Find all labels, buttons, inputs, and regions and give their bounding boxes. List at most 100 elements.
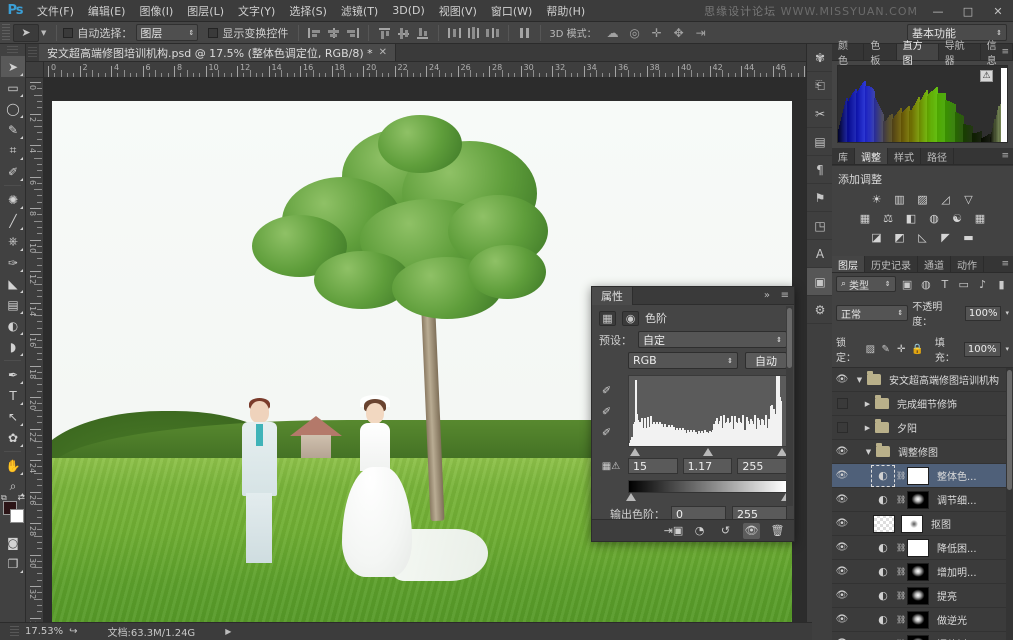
- preset-dropdown[interactable]: 自定 ⇕: [638, 331, 787, 348]
- color-balance-icon[interactable]: ⚖: [880, 211, 896, 225]
- input-highlight-field[interactable]: 255: [737, 458, 788, 474]
- properties-panel-icon[interactable]: ▣: [807, 268, 833, 296]
- paragraph-styles-icon[interactable]: ¶: [807, 156, 833, 184]
- menu-type[interactable]: 文字(Y): [231, 1, 282, 21]
- align-vertical-centers-icon[interactable]: [395, 25, 412, 41]
- 3d-roll-icon[interactable]: ◎: [626, 25, 644, 41]
- layer-visibility-toggle[interactable]: 👁: [835, 494, 849, 505]
- view-previous-state-button[interactable]: ◔: [691, 523, 708, 539]
- shape-tool[interactable]: ✿: [1, 427, 25, 448]
- quick-selection-tool[interactable]: ✎: [1, 119, 25, 140]
- fill-chevron-down-icon[interactable]: ▾: [1006, 345, 1010, 353]
- layer-row[interactable]: 👁 ◐ ⛓ 整体色...: [832, 464, 1013, 488]
- layer-group-twisty[interactable]: ▼: [855, 376, 864, 384]
- tab-actions[interactable]: 动作: [951, 256, 984, 272]
- layer-name[interactable]: 整体色...: [937, 468, 977, 483]
- layer-visibility-toggle[interactable]: 👁: [835, 518, 849, 529]
- color-swatches[interactable]: ⧉ ⇄: [1, 493, 25, 526]
- align-right-edges-icon[interactable]: [344, 25, 361, 41]
- tab-adjustments[interactable]: 调整: [855, 148, 888, 164]
- layer-list-scrollbar[interactable]: [1006, 368, 1013, 640]
- layer-row[interactable]: 👁 ▼ 安文超高端修图培训机构: [832, 368, 1013, 392]
- distribute-right-edges-icon[interactable]: [484, 25, 501, 41]
- rgb-histogram[interactable]: ⚠: [837, 65, 1008, 143]
- adjustment-layer-thumbnail[interactable]: ◐: [873, 563, 893, 581]
- auto-select-scope-dropdown[interactable]: 图层 ⇕: [136, 24, 199, 41]
- layer-mask-thumbnail[interactable]: [907, 610, 929, 629]
- invert-icon[interactable]: ◪: [869, 230, 885, 244]
- panel-menu-icon[interactable]: ≡: [1001, 259, 1009, 269]
- posterize-icon[interactable]: ◩: [892, 230, 908, 244]
- 3d-pan-icon[interactable]: ✛: [648, 25, 666, 41]
- crop-tool[interactable]: ⌗: [1, 140, 25, 161]
- type-filter-icon[interactable]: T: [937, 277, 952, 292]
- curves-icon[interactable]: ▨: [915, 192, 931, 206]
- layer-row[interactable]: ▶ 夕阳: [832, 416, 1013, 440]
- layer-row[interactable]: 👁 抠图: [832, 512, 1013, 536]
- layer-visibility-toggle[interactable]: [837, 398, 848, 409]
- menu-filter[interactable]: 滤镜(T): [334, 1, 385, 21]
- screen-mode-button[interactable]: ❐: [1, 553, 25, 574]
- tab-histogram[interactable]: 直方图: [896, 41, 939, 67]
- tab-color[interactable]: 颜色: [832, 41, 865, 67]
- auto-button[interactable]: 自动: [745, 352, 787, 369]
- menu-help[interactable]: 帮助(H): [539, 1, 592, 21]
- layer-mask-thumbnail[interactable]: [907, 466, 929, 485]
- delete-adjustment-button[interactable]: 🗑: [769, 523, 786, 539]
- layer-name[interactable]: 增加明...: [937, 564, 977, 579]
- properties-panel[interactable]: 属性 » ≡ ▦ ◉ 色阶 预设： 自定 ⇕ RGB ⇕ 自动 ✐ ✐ ✐ ▦⚠…: [591, 286, 795, 542]
- adjustment-layer-thumbnail[interactable]: ◐: [873, 539, 893, 557]
- output-black-handle[interactable]: [626, 493, 637, 501]
- layer-visibility-toggle[interactable]: 👁: [835, 590, 849, 601]
- character-styles-icon[interactable]: ▤: [807, 128, 833, 156]
- tab-navigator[interactable]: 导航器: [939, 41, 981, 67]
- collapse-icon[interactable]: »: [764, 290, 770, 301]
- clip-to-layer-icon[interactable]: ◉: [622, 310, 639, 326]
- reset-button[interactable]: ↺: [717, 523, 734, 539]
- layer-mask-thumbnail[interactable]: [907, 586, 929, 605]
- tool-presets-icon[interactable]: ✂: [807, 100, 833, 128]
- filter-type-dropdown[interactable]: ⌕ 类型 ⇕: [836, 276, 896, 292]
- pen-tool[interactable]: ✒: [1, 364, 25, 385]
- quick-mask-button[interactable]: ◙: [1, 532, 25, 553]
- align-left-edges-icon[interactable]: [306, 25, 323, 41]
- adjustment-layer-thumbnail[interactable]: ◐: [873, 587, 893, 605]
- layer-mask-thumbnail[interactable]: [901, 514, 923, 533]
- adjustment-layer-thumbnail[interactable]: ◐: [873, 635, 893, 640]
- tab-paths[interactable]: 路径: [921, 148, 954, 164]
- adjustments-panel-icon[interactable]: ⚙: [807, 296, 833, 324]
- brightness-contrast-icon[interactable]: ☀: [869, 192, 885, 206]
- mask-link-icon[interactable]: ⛓: [896, 567, 906, 576]
- levels-histogram[interactable]: [628, 375, 787, 447]
- horizontal-ruler[interactable]: 0 2 4 6 8 10 12 14 16 18 20 22 24 26 28 30 32 34 36 38 40 42 4…: [44, 62, 812, 78]
- eraser-tool[interactable]: ◣: [1, 273, 25, 294]
- eyedropper-tool[interactable]: ✐: [1, 161, 25, 182]
- layer-name[interactable]: 夕阳: [897, 420, 917, 435]
- layer-group-twisty[interactable]: ▶: [863, 424, 872, 432]
- layer-row[interactable]: 👁 ◐ ⛓ 降低困...: [832, 536, 1013, 560]
- toggle-layer-visibility-button[interactable]: 👁: [743, 522, 760, 539]
- input-shadow-field[interactable]: 15: [628, 458, 678, 474]
- brushes-icon[interactable]: ✾: [807, 44, 833, 72]
- midtone-input-handle[interactable]: [702, 448, 713, 456]
- opacity-field[interactable]: 100%: [964, 305, 1002, 321]
- ruler-corner[interactable]: [26, 62, 44, 78]
- layer-name[interactable]: 抠图: [931, 516, 951, 531]
- selective-color-icon[interactable]: ▬: [961, 230, 977, 244]
- exposure-icon[interactable]: ◿: [938, 192, 954, 206]
- lock-all-icon[interactable]: 🔒: [911, 343, 923, 356]
- lock-image-pixels-icon[interactable]: ✎: [881, 343, 891, 356]
- options-bar-grip[interactable]: [2, 23, 10, 42]
- opacity-chevron-down-icon[interactable]: ▾: [1005, 309, 1009, 317]
- levels-icon[interactable]: ▥: [892, 192, 908, 206]
- channel-dropdown[interactable]: RGB ⇕: [628, 352, 738, 369]
- layer-name[interactable]: 完成细节修饰: [897, 396, 957, 411]
- set-black-point-eyedropper-icon[interactable]: ✐: [599, 383, 614, 397]
- type-tool[interactable]: T: [1, 385, 25, 406]
- clone-source-icon[interactable]: ⎗: [807, 72, 833, 100]
- black-white-icon[interactable]: ◧: [903, 211, 919, 225]
- adjustment-filter-icon[interactable]: ◍: [919, 277, 934, 292]
- marquee-tool[interactable]: ▭: [1, 77, 25, 98]
- vibrance-icon[interactable]: ▽: [961, 192, 977, 206]
- document-tab-grip[interactable]: [28, 47, 37, 58]
